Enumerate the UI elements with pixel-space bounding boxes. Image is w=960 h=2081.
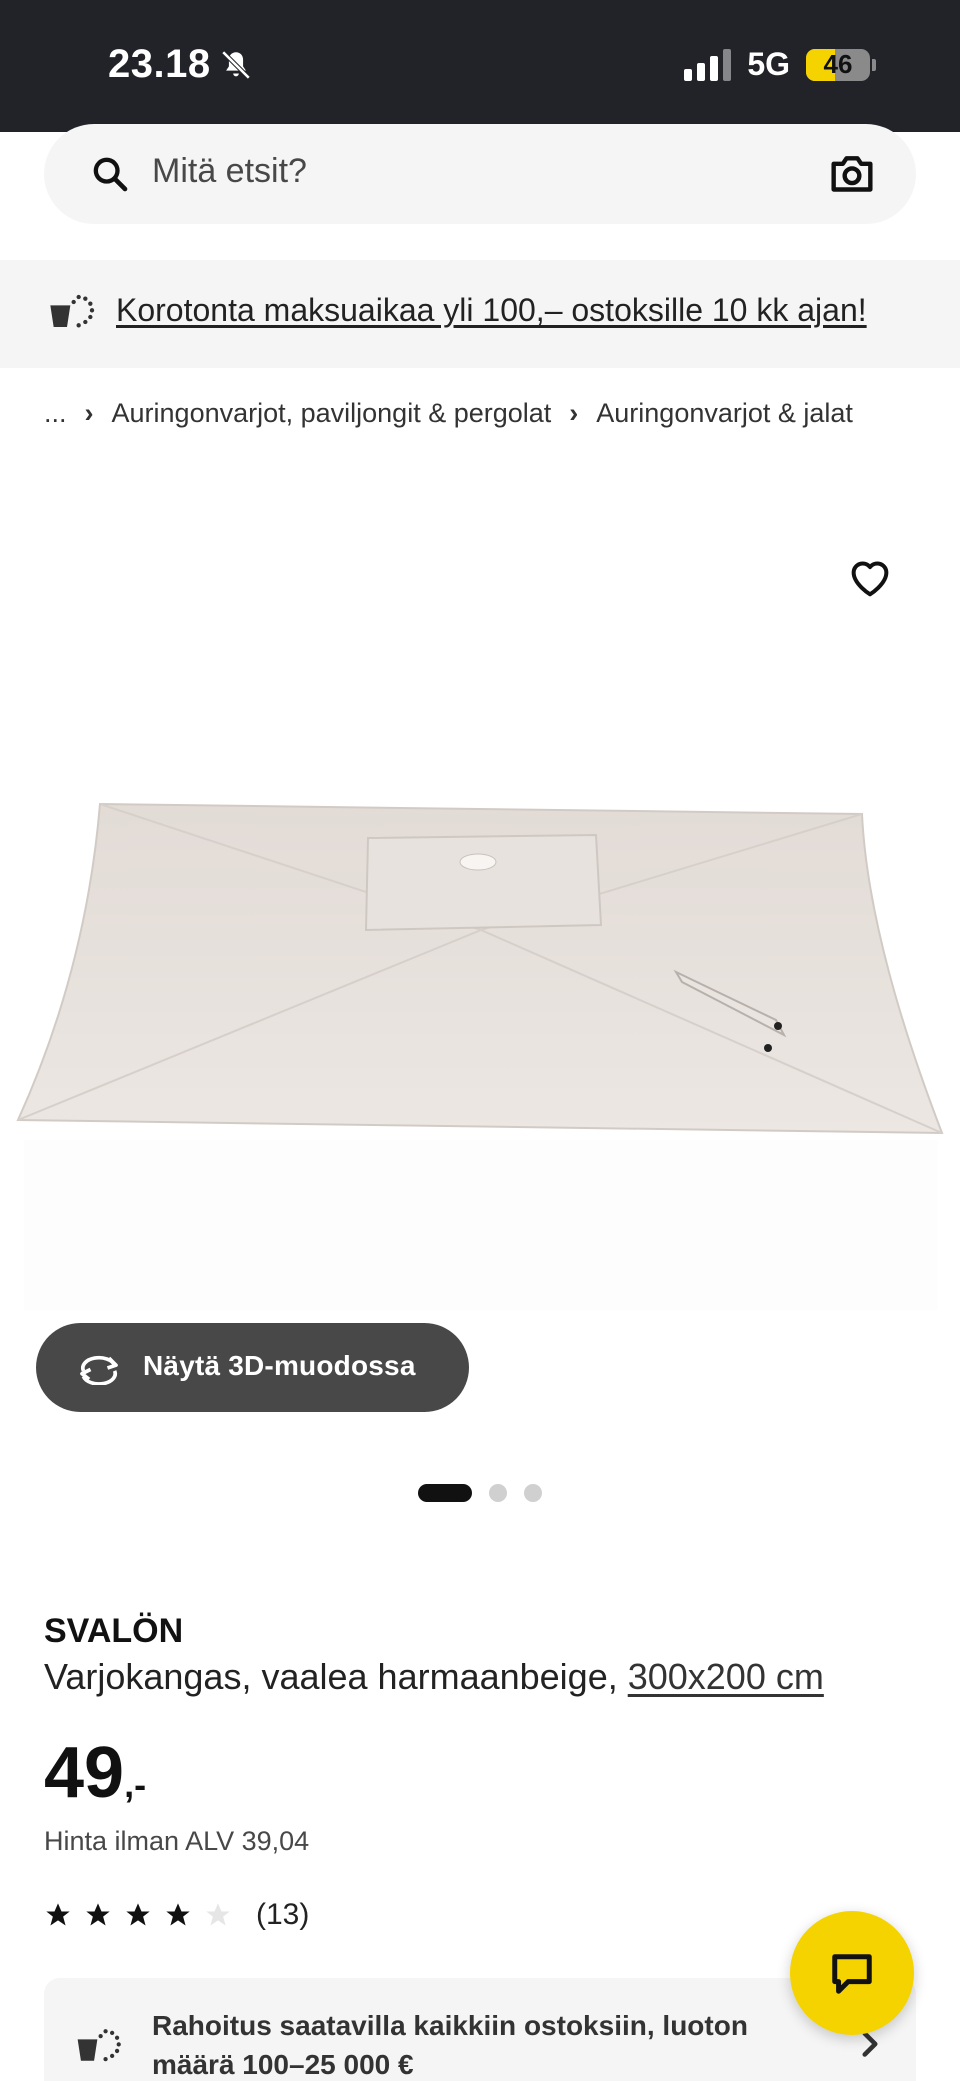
search-bar-container: Mitä etsit? (0, 124, 960, 260)
breadcrumb-item-umbrellas-pavilions[interactable]: Auringonvarjot, paviljongit & pergolat (112, 398, 552, 429)
star-filled-icon (126, 1903, 150, 1926)
clock-text: 23.18 (108, 42, 211, 86)
breadcrumb-item-umbrellas-bases[interactable]: Auringonvarjot & jalat (596, 398, 853, 429)
chevron-right-icon: › (84, 398, 94, 428)
product-brand: SVALÖN (44, 1612, 184, 1650)
chevron-right-icon (862, 2031, 878, 2057)
heart-icon[interactable] (848, 558, 892, 598)
search-icon (93, 157, 128, 192)
status-time: 23.18 (108, 42, 253, 87)
star-filled-icon (46, 1903, 70, 1926)
product-price: 49 ,- (44, 1732, 146, 1814)
network-type: 5G (747, 46, 790, 82)
camera-icon[interactable] (830, 152, 874, 194)
breadcrumb: ... › Auringonvarjot, paviljongit & perg… (44, 398, 853, 429)
carousel-dot[interactable] (489, 1484, 507, 1502)
financing-icon (77, 2029, 121, 2062)
financing-icon (50, 294, 95, 328)
price-integer: 49 (44, 1733, 125, 1813)
price-suffix: ,- (124, 1764, 147, 1805)
financing-card[interactable]: Rahoitus saatavilla kaikkiin ostoksiin, … (44, 1978, 916, 2081)
financing-text: Rahoitus saatavilla kaikkiin ostoksiin, … (152, 2010, 748, 2080)
product-description: Varjokangas, vaalea harmaanbeige, 300x20… (44, 1656, 824, 1698)
chat-icon (832, 1954, 872, 1994)
status-bar: 23.18 5G 46 (0, 0, 960, 132)
promo-banner[interactable]: Korotonta maksuaikaa yli 100,– ostoksill… (0, 260, 960, 368)
search-input[interactable]: Mitä etsit? (44, 124, 916, 224)
view-3d-label: Näytä 3D-muodossa (143, 1350, 416, 1381)
review-count: (13) (256, 1898, 310, 1931)
chat-button[interactable] (790, 1911, 914, 2035)
price-without-vat: Hinta ilman ALV 39,04 (44, 1826, 310, 1856)
view-3d-button[interactable]: Näytä 3D-muodossa (36, 1323, 469, 1412)
product-rating[interactable]: (13) (44, 1898, 309, 1932)
star-filled-icon (86, 1903, 110, 1926)
carousel-indicator (0, 1484, 960, 1504)
search-placeholder: Mitä etsit? (152, 152, 307, 190)
status-indicators: 5G 46 (684, 46, 876, 83)
carousel-dot[interactable] (418, 1484, 472, 1502)
product-image[interactable] (16, 790, 946, 1310)
battery-icon: 46 (806, 48, 870, 81)
product-type: Varjokangas, vaalea harmaanbeige, (44, 1656, 628, 1697)
star-filled-icon (166, 1903, 190, 1926)
star-empty-icon (206, 1903, 230, 1926)
breadcrumb-ellipsis[interactable]: ... (44, 398, 67, 429)
chevron-right-icon: › (569, 398, 579, 428)
bell-muted-icon (221, 50, 250, 79)
rotate-3d-icon (80, 1355, 118, 1385)
promo-link[interactable]: Korotonta maksuaikaa yli 100,– ostoksill… (116, 292, 867, 329)
carousel-dot[interactable] (524, 1484, 542, 1502)
signal-icon (684, 48, 732, 81)
product-measure-link[interactable]: 300x200 cm (628, 1656, 824, 1697)
battery-percent: 46 (823, 49, 853, 79)
